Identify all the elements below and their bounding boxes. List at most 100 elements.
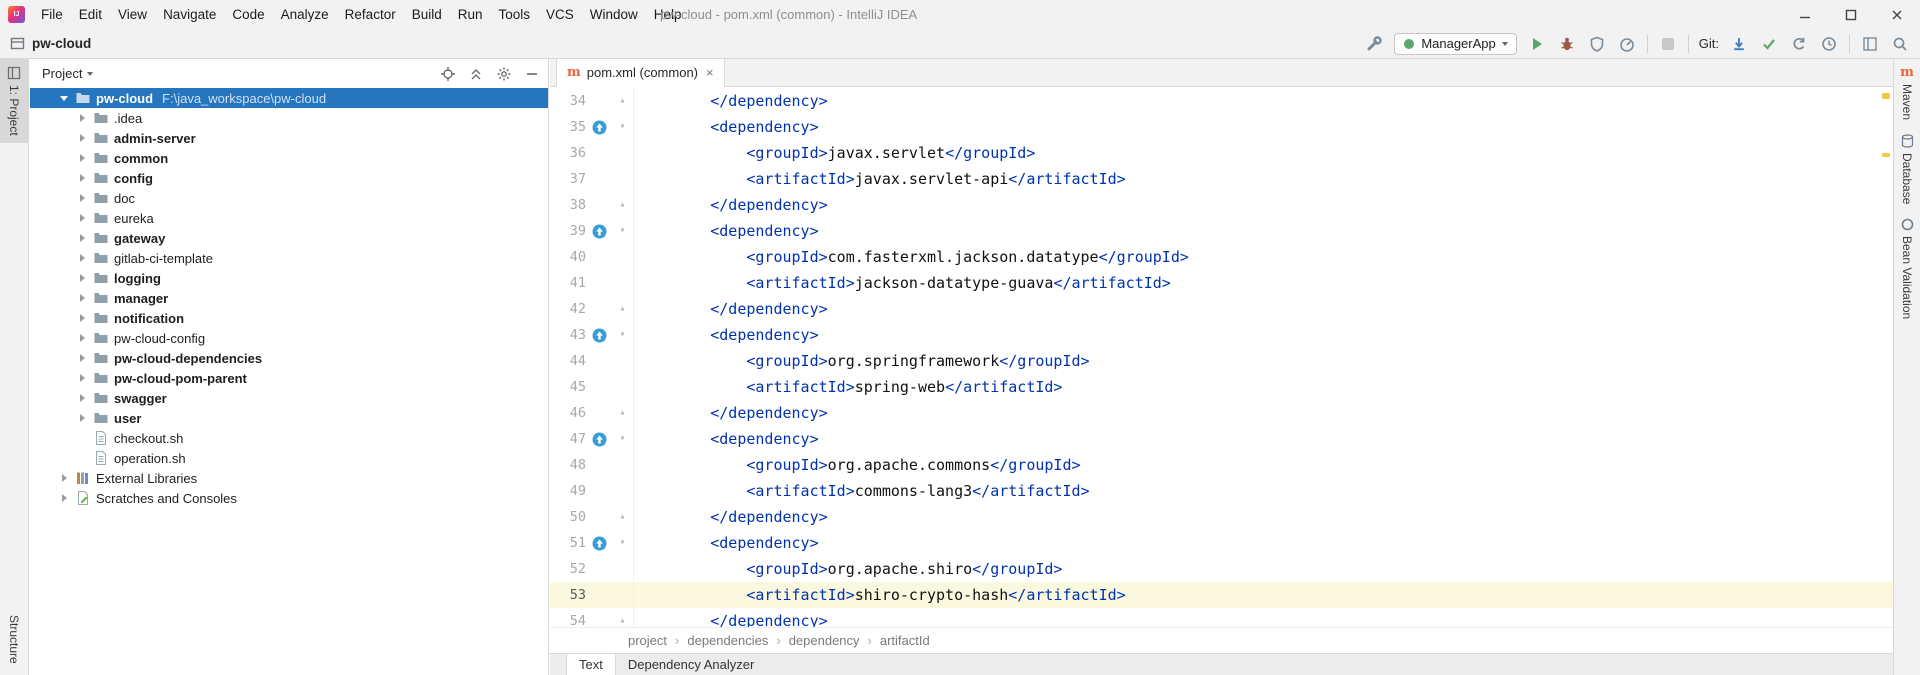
maven-dependency-gutter-icon[interactable] <box>586 322 612 348</box>
menu-file[interactable]: File <box>33 0 71 29</box>
menu-build[interactable]: Build <box>404 0 450 29</box>
code-line-54[interactable]: 54▴ </dependency> <box>550 608 1893 627</box>
menu-analyze[interactable]: Analyze <box>273 0 337 29</box>
menu-tools[interactable]: Tools <box>491 0 539 29</box>
maven-dependency-gutter-icon[interactable] <box>586 530 612 556</box>
menu-view[interactable]: View <box>110 0 155 29</box>
expand-arrow-icon[interactable] <box>76 314 88 322</box>
bottom-tab-text[interactable]: Text <box>566 654 616 675</box>
tool-tab-maven[interactable]: m Maven <box>1894 59 1920 127</box>
toolbar-project-crumb[interactable]: pw-cloud <box>10 36 91 51</box>
expand-arrow-icon[interactable] <box>76 194 88 202</box>
tree-item-gitlab-ci-template[interactable]: gitlab-ci-template <box>30 248 548 268</box>
fold-start-icon[interactable]: ▾ <box>612 530 634 556</box>
menu-navigate[interactable]: Navigate <box>155 0 224 29</box>
debug-button[interactable] <box>1557 34 1577 54</box>
build-hammer-icon[interactable] <box>1364 34 1384 54</box>
close-button[interactable] <box>1874 0 1920 29</box>
tree-item-pw-cloud-pom-parent[interactable]: pw-cloud-pom-parent <box>30 368 548 388</box>
locate-file-icon[interactable] <box>440 66 456 82</box>
run-with-coverage-button[interactable] <box>1587 34 1607 54</box>
fold-start-icon[interactable]: ▾ <box>612 218 634 244</box>
tree-item-scratches-and-consoles[interactable]: Scratches and Consoles <box>30 488 548 508</box>
tree-item-gateway[interactable]: gateway <box>30 228 548 248</box>
expand-arrow-icon[interactable] <box>76 294 88 302</box>
code-line-51[interactable]: 51▾ <dependency> <box>550 530 1893 556</box>
maven-dependency-gutter-icon[interactable] <box>586 426 612 452</box>
tree-item-notification[interactable]: notification <box>30 308 548 328</box>
menu-window[interactable]: Window <box>582 0 646 29</box>
breadcrumb-dependencies[interactable]: dependencies <box>687 633 768 648</box>
minimize-button[interactable] <box>1782 0 1828 29</box>
tree-item-common[interactable]: common <box>30 148 548 168</box>
project-panel-title[interactable]: Project <box>42 66 82 81</box>
tree-item-manager[interactable]: manager <box>30 288 548 308</box>
tool-tab-structure[interactable]: Structure <box>0 608 28 671</box>
code-line-47[interactable]: 47▾ <dependency> <box>550 426 1893 452</box>
fold-start-icon[interactable]: ▾ <box>612 322 634 348</box>
tree-item-pw-cloud-dependencies[interactable]: pw-cloud-dependencies <box>30 348 548 368</box>
editor-tab-pom-xml[interactable]: m pom.xml (common) × <box>556 59 725 87</box>
tool-tab-database[interactable]: Database <box>1894 127 1920 211</box>
code-line-44[interactable]: 44 <groupId>org.springframework</groupId… <box>550 348 1893 374</box>
maximize-button[interactable] <box>1828 0 1874 29</box>
bottom-tab-dependency-analyzer[interactable]: Dependency Analyzer <box>616 654 766 675</box>
code-line-40[interactable]: 40 <groupId>com.fasterxml.jackson.dataty… <box>550 244 1893 270</box>
code-line-39[interactable]: 39▾ <dependency> <box>550 218 1893 244</box>
error-stripe[interactable] <box>1879 87 1893 627</box>
fold-end-icon[interactable]: ▴ <box>612 192 634 218</box>
tree-item-idea[interactable]: .idea <box>30 108 548 128</box>
tree-item-logging[interactable]: logging <box>30 268 548 288</box>
tree-item-pw-cloud-root[interactable]: pw-cloud F:\java_workspace\pw-cloud <box>30 88 548 108</box>
expand-arrow-icon[interactable] <box>76 374 88 382</box>
breadcrumb-artifactid[interactable]: artifactId <box>880 633 930 648</box>
code-line-41[interactable]: 41 <artifactId>jackson-datatype-guava</a… <box>550 270 1893 296</box>
history-button[interactable] <box>1819 34 1839 54</box>
menu-vcs[interactable]: VCS <box>538 0 582 29</box>
tree-item-external-libraries[interactable]: External Libraries <box>30 468 548 488</box>
menu-code[interactable]: Code <box>224 0 272 29</box>
code-line-50[interactable]: 50▴ </dependency> <box>550 504 1893 530</box>
fold-start-icon[interactable]: ▾ <box>612 426 634 452</box>
fold-end-icon[interactable]: ▴ <box>612 504 634 530</box>
tree-item-user[interactable]: user <box>30 408 548 428</box>
breadcrumb-dependency[interactable]: dependency <box>789 633 860 648</box>
profiler-button[interactable] <box>1617 34 1637 54</box>
code-line-35[interactable]: 35▾ <dependency> <box>550 114 1893 140</box>
fold-start-icon[interactable]: ▾ <box>612 114 634 140</box>
tree-item-admin-server[interactable]: admin-server <box>30 128 548 148</box>
expand-arrow-icon[interactable] <box>58 474 70 482</box>
run-configuration-select[interactable]: ManagerApp <box>1394 33 1516 55</box>
expand-arrow-icon[interactable] <box>76 134 88 142</box>
collapse-all-icon[interactable] <box>468 66 484 82</box>
expand-arrow-icon[interactable] <box>76 254 88 262</box>
fold-end-icon[interactable]: ▴ <box>612 400 634 426</box>
search-everywhere-icon[interactable] <box>1890 34 1910 54</box>
code-line-48[interactable]: 48 <groupId>org.apache.commons</groupId> <box>550 452 1893 478</box>
expand-arrow-icon[interactable] <box>76 274 88 282</box>
stop-button[interactable] <box>1658 34 1678 54</box>
git-commit-button[interactable] <box>1759 34 1779 54</box>
git-revert-button[interactable] <box>1789 34 1809 54</box>
menu-edit[interactable]: Edit <box>71 0 110 29</box>
chevron-down-icon[interactable] <box>87 72 93 76</box>
menu-run[interactable]: Run <box>450 0 491 29</box>
collapse-arrow-icon[interactable] <box>58 96 70 101</box>
code-line-53[interactable]: 53 <artifactId>shiro-crypto-hash</artifa… <box>550 582 1893 608</box>
code-line-34[interactable]: 34▴ </dependency> <box>550 88 1893 114</box>
error-stripe-mark[interactable] <box>1882 93 1890 99</box>
hide-panel-icon[interactable] <box>524 66 540 82</box>
run-button[interactable] <box>1527 34 1547 54</box>
settings-gear-icon[interactable] <box>496 66 512 82</box>
expand-arrow-icon[interactable] <box>76 414 88 422</box>
tree-item-doc[interactable]: doc <box>30 188 548 208</box>
expand-arrow-icon[interactable] <box>76 354 88 362</box>
code-line-43[interactable]: 43▾ <dependency> <box>550 322 1893 348</box>
git-update-button[interactable] <box>1729 34 1749 54</box>
code-line-45[interactable]: 45 <artifactId>spring-web</artifactId> <box>550 374 1893 400</box>
expand-arrow-icon[interactable] <box>76 234 88 242</box>
tool-tab-bean-validation[interactable]: Bean Validation <box>1894 211 1920 326</box>
maven-dependency-gutter-icon[interactable] <box>586 218 612 244</box>
code-editor[interactable]: 34▴ </dependency>35▾ <dependency>36 <gro… <box>550 87 1893 627</box>
tree-item-swagger[interactable]: swagger <box>30 388 548 408</box>
